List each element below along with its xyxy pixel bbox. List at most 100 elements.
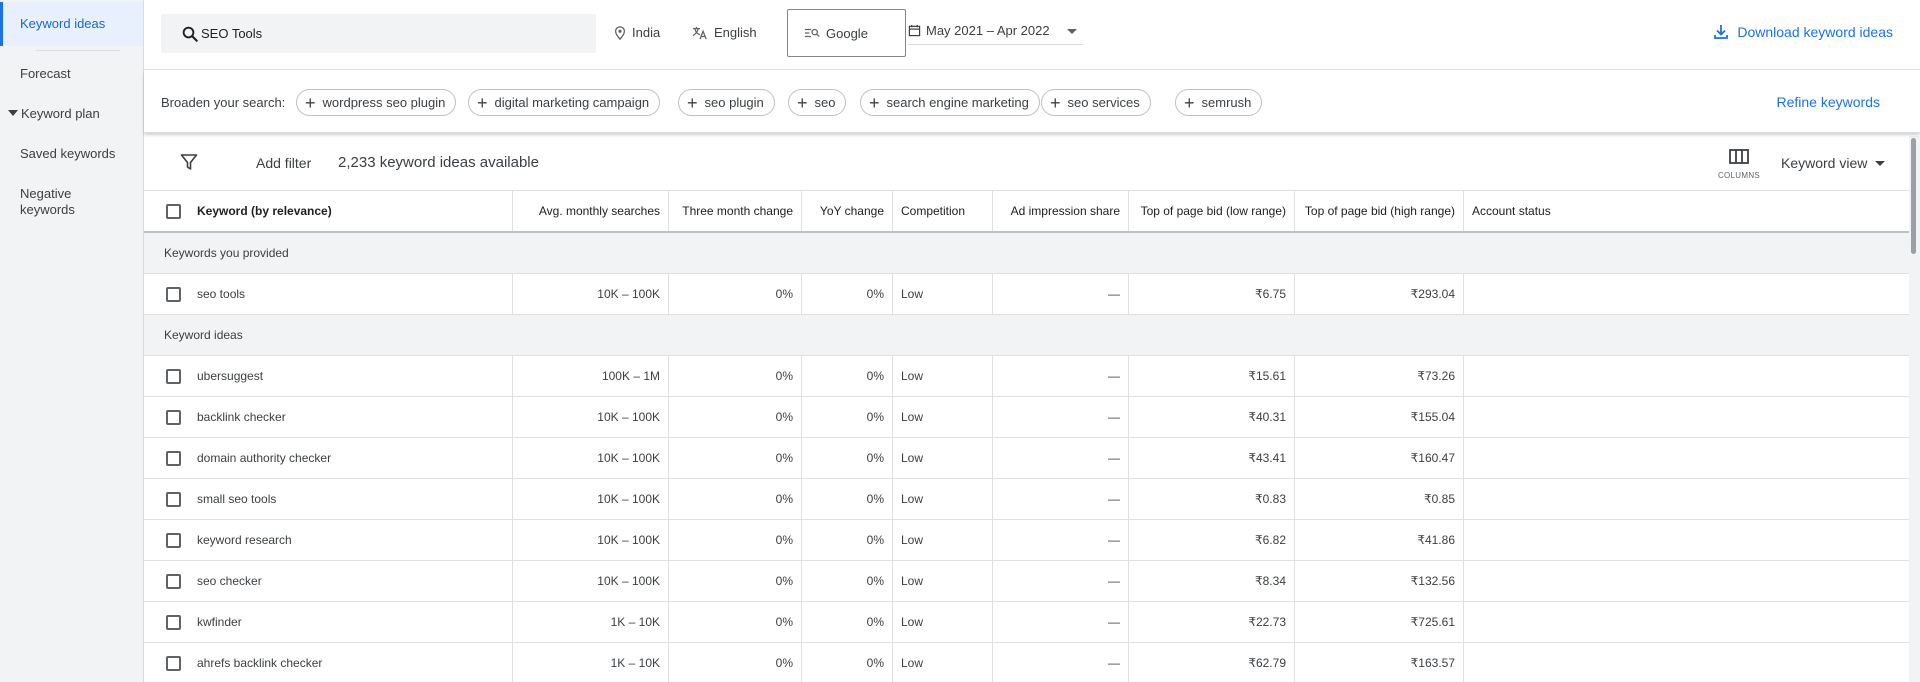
cell-keyword: domain authority checker: [189, 438, 513, 478]
chip-label: search engine marketing: [886, 95, 1029, 110]
table-row[interactable]: ahrefs backlink checker 1K – 10K 0% 0% Low — ₹…: [144, 643, 1909, 682]
row-checkbox[interactable]: [166, 287, 181, 302]
broaden-search-bar: Broaden your search: + wordpress seo plug…: [144, 70, 1920, 133]
row-checkbox[interactable]: [166, 615, 181, 630]
table-row[interactable]: domain authority checker 10K – 100K 0% 0% Lo…: [144, 438, 1909, 479]
cell-account-status: [1464, 520, 1909, 560]
header-avg-monthly-searches[interactable]: Avg. monthly searches: [513, 191, 669, 231]
chip-label: seo plugin: [704, 95, 764, 110]
scrollbar-thumb[interactable]: [1911, 138, 1916, 254]
table-header-row: Keyword (by relevance) Avg. monthly sear…: [144, 191, 1909, 233]
search-input[interactable]: SEO Tools: [161, 14, 596, 53]
header-keyword[interactable]: Keyword (by relevance): [189, 191, 513, 231]
table-row[interactable]: seo checker 10K – 100K 0% 0% Low — ₹8.34 ₹132.5…: [144, 561, 1909, 602]
header-account-status[interactable]: Account status: [1464, 191, 1909, 231]
date-range-selector[interactable]: May 2021 – Apr 2022: [908, 23, 1083, 45]
idea-rows: ubersuggest 100K – 1M 0% 0% Low — ₹15.61 ₹73.26…: [144, 356, 1909, 682]
table-row[interactable]: seo tools 10K – 100K 0% 0% Low — ₹6.75 ₹293.04: [144, 274, 1909, 315]
cell-ad-impression-share: —: [993, 520, 1129, 560]
language-label: English: [714, 25, 757, 40]
keyword-table: Keyword (by relevance) Avg. monthly sear…: [144, 191, 1909, 682]
plus-icon: +: [797, 92, 808, 113]
row-checkbox[interactable]: [166, 533, 181, 548]
table-row[interactable]: backlink checker 10K – 100K 0% 0% Low — ₹40.31…: [144, 397, 1909, 438]
columns-button[interactable]: COLUMNS: [1716, 149, 1762, 180]
cell-three-month-change: 0%: [669, 520, 802, 560]
section-label: Keyword ideas: [164, 328, 243, 342]
cell-yoy-change: 0%: [802, 520, 893, 560]
sidebar-divider: [36, 50, 120, 51]
header-top-bid-low[interactable]: Top of page bid (low range): [1129, 191, 1295, 231]
download-keyword-ideas-button[interactable]: Download keyword ideas: [1713, 24, 1893, 40]
cell-account-status: [1464, 561, 1909, 601]
row-checkbox[interactable]: [166, 656, 181, 671]
broaden-chip[interactable]: + seo plugin: [678, 89, 775, 116]
cell-three-month-change: 0%: [669, 602, 802, 642]
download-label: Download keyword ideas: [1737, 24, 1893, 40]
table-row[interactable]: small seo tools 10K – 100K 0% 0% Low — ₹0.83 ₹0…: [144, 479, 1909, 520]
section-label: Keywords you provided: [164, 246, 289, 260]
plus-icon: +: [1184, 92, 1195, 113]
header-ad-impression-share[interactable]: Ad impression share: [993, 191, 1129, 231]
refine-keywords-button[interactable]: Refine keywords: [1777, 94, 1881, 110]
header-three-month-change[interactable]: Three month change: [669, 191, 802, 231]
language-selector[interactable]: English: [692, 25, 757, 40]
cell-yoy-change: 0%: [802, 438, 893, 478]
broaden-chip[interactable]: + search engine marketing: [860, 89, 1040, 116]
filter-icon[interactable]: [180, 153, 198, 171]
broaden-chip[interactable]: + digital marketing campaign: [468, 89, 661, 116]
section-row-ideas: Keyword ideas: [144, 315, 1909, 356]
cell-top-bid-low: ₹15.61: [1129, 356, 1295, 396]
location-selector[interactable]: India: [614, 25, 660, 40]
cell-avg-monthly-searches: 10K – 100K: [513, 561, 669, 601]
cell-competition: Low: [893, 438, 993, 478]
cell-ad-impression-share: —: [993, 561, 1129, 601]
search-network-icon: [804, 28, 820, 38]
dropdown-arrow-icon: [1067, 29, 1077, 34]
sidebar-item-keyword-plan[interactable]: Keyword plan: [0, 106, 143, 122]
cell-top-bid-high: ₹73.26: [1295, 356, 1464, 396]
row-checkbox[interactable]: [166, 410, 181, 425]
cell-competition: Low: [893, 561, 993, 601]
cell-three-month-change: 0%: [669, 397, 802, 437]
broaden-chip[interactable]: + seo services: [1041, 89, 1151, 116]
cell-competition: Low: [893, 397, 993, 437]
sidebar-item-saved-keywords[interactable]: Saved keywords: [0, 146, 143, 162]
top-bar: SEO Tools India English Google May 2021 …: [144, 0, 1920, 70]
cell-ad-impression-share: —: [993, 274, 1129, 314]
header-top-bid-high[interactable]: Top of page bid (high range): [1295, 191, 1464, 231]
cell-three-month-change: 0%: [669, 643, 802, 682]
header-competition[interactable]: Competition: [893, 191, 993, 231]
row-checkbox[interactable]: [166, 492, 181, 507]
sidebar-item-keyword-ideas[interactable]: Keyword ideas: [0, 2, 143, 46]
keyword-view-selector[interactable]: Keyword view: [1781, 155, 1886, 171]
row-checkbox[interactable]: [166, 574, 181, 589]
cell-top-bid-high: ₹0.85: [1295, 479, 1464, 519]
table-row[interactable]: ubersuggest 100K – 1M 0% 0% Low — ₹15.61 ₹73.26: [144, 356, 1909, 397]
broaden-chip[interactable]: + wordpress seo plugin: [296, 89, 457, 116]
cell-competition: Low: [893, 643, 993, 682]
header-yoy-change[interactable]: YoY change: [802, 191, 893, 231]
cell-three-month-change: 0%: [669, 479, 802, 519]
row-checkbox[interactable]: [166, 369, 181, 384]
sidebar-item-negative-keywords[interactable]: Negative keywords: [0, 186, 110, 218]
broaden-chip[interactable]: + semrush: [1175, 89, 1263, 116]
search-network-selector[interactable]: Google: [787, 9, 906, 57]
search-icon: [182, 26, 198, 42]
table-row[interactable]: kwfinder 1K – 10K 0% 0% Low — ₹22.73 ₹725.61: [144, 602, 1909, 643]
select-all-checkbox[interactable]: [166, 204, 181, 219]
cell-keyword: ahrefs backlink checker: [189, 643, 513, 682]
sidebar-item-label: Saved keywords: [20, 146, 116, 161]
cell-top-bid-low: ₹40.31: [1129, 397, 1295, 437]
cell-yoy-change: 0%: [802, 397, 893, 437]
broaden-chip[interactable]: + seo: [788, 89, 847, 116]
sidebar: Keyword ideas Forecast Keyword plan Save…: [0, 0, 144, 682]
row-checkbox[interactable]: [166, 451, 181, 466]
vertical-scrollbar[interactable]: [1909, 136, 1920, 682]
cell-avg-monthly-searches: 1K – 10K: [513, 643, 669, 682]
add-filter-button[interactable]: Add filter: [256, 155, 311, 171]
table-row[interactable]: keyword research 10K – 100K 0% 0% Low — ₹6.82 ₹…: [144, 520, 1909, 561]
section-row-provided: Keywords you provided: [144, 233, 1909, 274]
cell-avg-monthly-searches: 100K – 1M: [513, 356, 669, 396]
sidebar-item-forecast[interactable]: Forecast: [0, 66, 143, 82]
